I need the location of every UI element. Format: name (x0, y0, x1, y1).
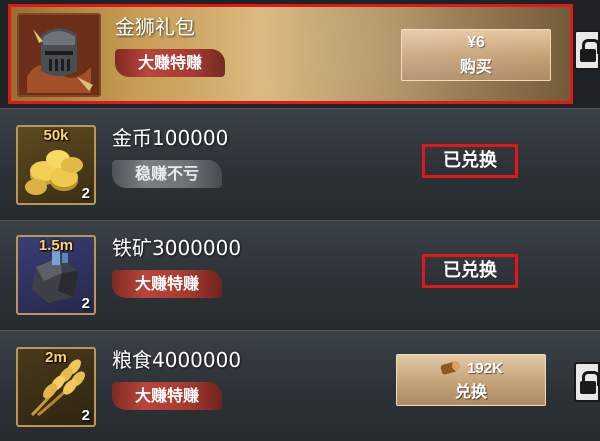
item-icon-frame: 2m 2 (16, 347, 96, 427)
wood-log-icon (440, 361, 461, 375)
exchange-row-gold: 50k 2 金币100000 稳赚不亏 已兑换 (8, 116, 573, 216)
buy-button[interactable]: ¥6 购买 (401, 29, 551, 81)
promo-tag: 大赚特赚 (115, 49, 225, 77)
row-title: 金币100000 (112, 126, 229, 150)
item-count: 2 (81, 185, 90, 202)
row-title: 粮食4000000 (112, 348, 242, 372)
exchange-row-grain: 2m 2 粮食4000000 大赚特赚 192K 兑换 (8, 338, 573, 438)
buy-label: 购买 (459, 57, 492, 76)
exchange-row-iron: 1.5m 2 铁矿3000000 大赚特赚 已兑换 (8, 226, 573, 326)
iron-helmet-icon (19, 15, 99, 95)
tier-label: 1.5m (38, 237, 74, 254)
lock-tab-icon[interactable] (574, 30, 600, 70)
exchanged-status: 已兑换 (422, 254, 518, 288)
item-count: 2 (81, 407, 90, 424)
item-count: 2 (81, 295, 90, 312)
tier-label: 2m (45, 349, 67, 366)
tier-label: 50k (43, 127, 69, 144)
exchanged-status: 已兑换 (422, 144, 518, 178)
lock-tab-icon[interactable] (574, 362, 600, 402)
row-title: 金狮礼包 (115, 15, 195, 39)
promo-tag: 大赚特赚 (112, 382, 222, 410)
row-title: 铁矿3000000 (112, 236, 242, 260)
gift-pack-row: 金狮礼包 大赚特赚 ¥6 购买 (8, 4, 573, 104)
exchange-label: 兑换 (454, 382, 487, 401)
promo-tag: 稳赚不亏 (112, 160, 222, 188)
item-icon-frame: 1.5m 2 (16, 235, 96, 315)
gift-pack-icon-frame (17, 13, 101, 97)
price-text: ¥6 (467, 34, 485, 51)
exchange-button[interactable]: 192K 兑换 (396, 354, 546, 406)
exchange-cost: 192K (467, 360, 503, 377)
item-icon-frame: 50k 2 (16, 125, 96, 205)
promo-tag: 大赚特赚 (112, 270, 222, 298)
